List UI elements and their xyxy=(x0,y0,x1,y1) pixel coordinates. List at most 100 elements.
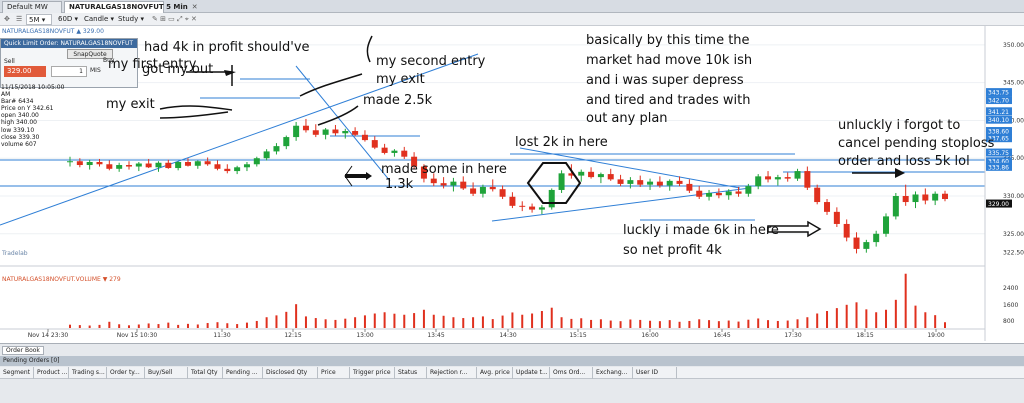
candle-body xyxy=(509,196,516,206)
candle-body xyxy=(843,223,850,238)
column-header[interactable]: Disclosed Qty xyxy=(263,367,318,379)
price-marker-label: 329.00 xyxy=(988,201,1009,208)
arrow-mark xyxy=(895,168,905,178)
column-header[interactable]: Oms Ord... xyxy=(550,367,593,379)
period-select[interactable]: 60D ▾ xyxy=(56,14,80,25)
volume-bar xyxy=(442,315,445,328)
time-tick-label: 12:15 xyxy=(284,332,301,339)
volume-bar xyxy=(776,320,779,328)
tab-order-book[interactable]: Order Book xyxy=(2,346,44,355)
candle xyxy=(283,135,290,150)
draw-tool-icon[interactable]: ✎ ⊞ ▭ ⤢ ⌖ ✕ xyxy=(150,14,199,25)
candle xyxy=(352,127,359,137)
candle-body xyxy=(106,164,113,169)
tab-default-mw[interactable]: Default MW xyxy=(2,1,62,13)
column-header[interactable]: Order ty... xyxy=(107,367,145,379)
product-label[interactable]: MIS xyxy=(90,67,101,74)
candle xyxy=(892,192,899,220)
volume-bar xyxy=(845,304,848,328)
tab-naturalgas-chart[interactable]: NATURALGAS18NOVFUT 5 Min ✕ xyxy=(64,1,198,13)
close-icon[interactable]: ✕ xyxy=(192,3,198,11)
candle xyxy=(106,160,113,171)
time-tick-label: 16:00 xyxy=(641,332,658,339)
price-tick-label: 330.00 xyxy=(1003,193,1024,200)
candle xyxy=(696,186,703,200)
column-header[interactable]: Avg. price xyxy=(477,367,513,379)
volume-bar xyxy=(69,324,71,328)
annotation: cancel pending stoploss xyxy=(838,136,995,151)
candle-body xyxy=(312,130,319,135)
candle xyxy=(873,230,880,247)
chart-type-select[interactable]: Candle ▾ xyxy=(82,14,116,25)
volume-bar xyxy=(816,313,819,328)
tab-label: Default MW xyxy=(7,3,48,11)
column-header[interactable]: Update t... xyxy=(513,367,550,379)
scribble-line xyxy=(159,105,233,111)
volume-bar xyxy=(678,321,681,328)
candle-body xyxy=(165,162,172,169)
pending-orders-header[interactable]: Pending Orders [0] xyxy=(0,356,1024,366)
candle-body xyxy=(440,183,447,186)
candle-body xyxy=(175,162,182,169)
time-tick-label: 11:30 xyxy=(213,332,230,339)
annotation: my exit xyxy=(376,72,425,87)
sell-price[interactable]: 329.00 xyxy=(4,66,46,77)
annotation: so net profit 4k xyxy=(623,243,722,258)
candle-body xyxy=(824,202,831,212)
annotation: market had move 10k ish xyxy=(586,53,753,68)
study-menu[interactable]: Study ▾ xyxy=(116,14,146,25)
candle-body xyxy=(125,165,132,167)
arrow-mark xyxy=(224,70,236,76)
volume-bar xyxy=(540,311,543,328)
info-datetime: 11/15/2018 10:05:00 AM xyxy=(1,84,65,99)
column-header[interactable]: User ID xyxy=(633,367,677,379)
column-header[interactable]: Price xyxy=(318,367,350,379)
candle xyxy=(302,118,309,133)
arrow-mark xyxy=(366,172,372,180)
column-header[interactable]: Exchang... xyxy=(593,367,633,379)
candle xyxy=(558,170,565,193)
column-header[interactable]: Pending ... xyxy=(223,367,263,379)
candle xyxy=(116,162,123,172)
quantity-field[interactable]: 1 xyxy=(51,66,87,77)
candle xyxy=(194,160,201,169)
time-tick-label: Nov 14 23:30 xyxy=(28,332,69,339)
volume-bar xyxy=(127,325,130,328)
column-header[interactable]: Trading s... xyxy=(69,367,107,379)
candle-body xyxy=(765,176,772,180)
annotation: and i was super depress xyxy=(586,73,744,88)
candle xyxy=(578,169,585,182)
volume-bar xyxy=(717,321,720,328)
column-header[interactable]: Trigger price xyxy=(350,367,395,379)
column-header[interactable]: Status xyxy=(395,367,427,379)
column-header[interactable]: Segment xyxy=(0,367,34,379)
candle xyxy=(460,176,467,190)
candle-body xyxy=(607,174,614,180)
price-marker: 340.10 xyxy=(986,115,1012,124)
candle xyxy=(509,192,516,209)
volume-bar xyxy=(383,312,386,328)
menu-icon[interactable]: ☰ xyxy=(14,14,24,25)
column-header[interactable]: Buy/Sell xyxy=(145,367,188,379)
volume-bar xyxy=(373,313,376,328)
volume-bar xyxy=(324,319,327,328)
time-tick-label: Nov 15 10:30 xyxy=(117,332,158,339)
candle-body xyxy=(67,161,73,163)
column-header[interactable]: Rejection r... xyxy=(427,367,477,379)
column-header[interactable]: Total Qty xyxy=(188,367,223,379)
time-tick-label: 17:30 xyxy=(784,332,801,339)
candle-body xyxy=(617,179,624,184)
candle xyxy=(627,177,634,189)
candle-body xyxy=(253,158,260,165)
interval-select[interactable]: 5M ▾ xyxy=(26,14,52,25)
candle-body xyxy=(942,193,948,200)
volume-bar xyxy=(560,317,563,328)
annotation: made 2.5k xyxy=(363,93,433,108)
crosshair-icon[interactable]: ✥ xyxy=(2,14,12,25)
annotation: my second entry xyxy=(376,54,486,69)
price-tick-label: 325.00 xyxy=(1003,231,1024,238)
candle xyxy=(499,185,506,200)
price-tick-label: 322.50 xyxy=(1003,250,1024,257)
candle xyxy=(647,178,654,190)
column-header[interactable]: Product ... xyxy=(34,367,69,379)
